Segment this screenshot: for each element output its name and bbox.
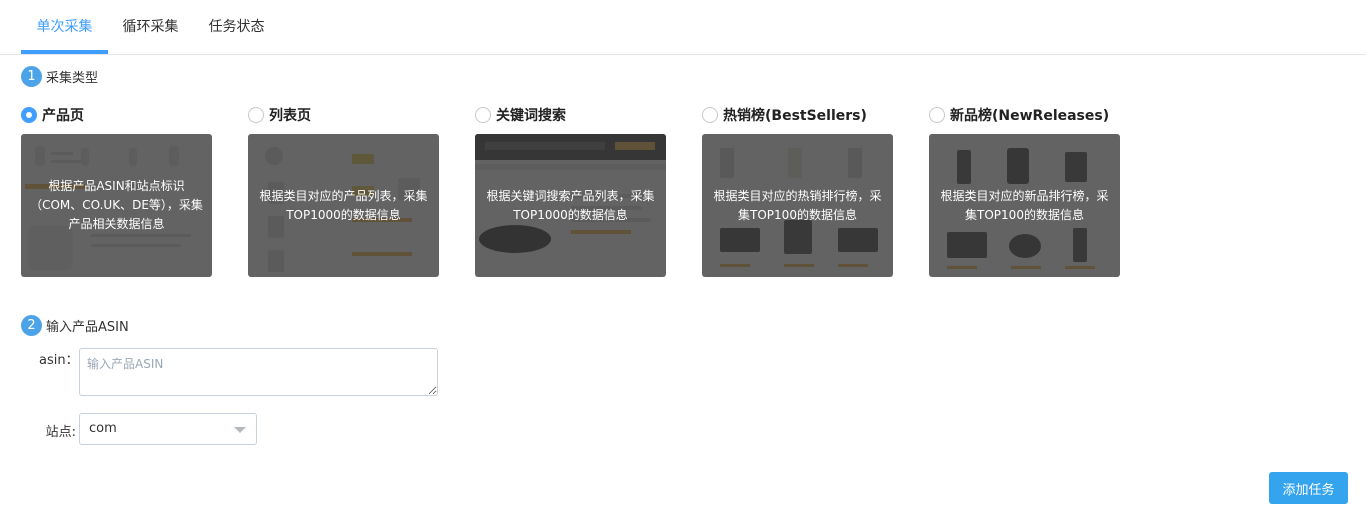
radio-unchecked-icon[interactable] [475, 107, 491, 123]
radio-keyword[interactable]: 关键词搜索 [475, 106, 675, 124]
site-label: 站点: [45, 425, 76, 440]
step-1-title: 采集类型 [46, 71, 99, 86]
tab-task-status[interactable]: 任务状态 [203, 0, 270, 54]
radio-label-keyword: 关键词搜索 [496, 108, 566, 124]
card-list[interactable]: 根据类目对应的产品列表，采集TOP1000的数据信息 [248, 134, 439, 277]
site-value: com [89, 421, 117, 436]
step-2-title: 输入产品ASIN [46, 320, 129, 335]
radio-bestsellers[interactable]: 热销榜(BestSellers) [702, 106, 902, 124]
step-1-header: 1 采集类型 [21, 66, 98, 87]
collect-type-bestsellers: 热销榜(BestSellers) 根据类目对应的热销排行榜，采集TOP100的数… [702, 106, 902, 277]
card-product[interactable]: 根据产品ASIN和站点标识（COM、CO.UK、DE等），采集产品相关数据信息 [21, 134, 212, 277]
radio-unchecked-icon[interactable] [929, 107, 945, 123]
tab-loop-collect[interactable]: 循环采集 [117, 0, 184, 54]
radio-newreleases[interactable]: 新品榜(NewReleases) [929, 106, 1129, 124]
radio-unchecked-icon[interactable] [248, 107, 264, 123]
radio-checked-icon[interactable] [21, 107, 37, 123]
card-desc-product: 根据产品ASIN和站点标识（COM、CO.UK、DE等），采集产品相关数据信息 [30, 179, 203, 231]
card-desc-bestsellers: 根据类目对应的热销排行榜，采集TOP100的数据信息 [713, 188, 882, 222]
add-task-button[interactable]: 添加任务 [1269, 472, 1348, 504]
radio-label-bestsellers: 热销榜(BestSellers) [723, 108, 867, 124]
card-keyword[interactable]: 根据关键词搜索产品列表，采集TOP1000的数据信息 [475, 134, 666, 277]
collect-type-list: 列表页 根据类目对应的产品列表，采集TOP1000的数据信息 [248, 106, 448, 277]
collect-type-product: 产品页 根据产品ASIN和站点标识（COM、CO.UK、DE等），采集产品相关数… [21, 106, 221, 277]
radio-label-list: 列表页 [269, 108, 311, 124]
asin-label: asin： [39, 353, 79, 368]
card-bestsellers[interactable]: 根据类目对应的热销排行榜，采集TOP100的数据信息 [702, 134, 893, 277]
step-2-badge: 2 [21, 315, 42, 336]
card-newreleases[interactable]: 根据类目对应的新品排行榜，采集TOP100的数据信息 [929, 134, 1120, 277]
radio-label-newreleases: 新品榜(NewReleases) [950, 108, 1110, 124]
step-1-badge: 1 [21, 66, 42, 87]
radio-product[interactable]: 产品页 [21, 106, 221, 124]
card-desc-keyword: 根据关键词搜索产品列表，采集TOP1000的数据信息 [486, 188, 655, 222]
step-2-header: 2 输入产品ASIN [21, 315, 129, 336]
collect-type-keyword: 关键词搜索 根据关键词搜索产品列表，采集TOP1000的数据信息 [475, 106, 675, 277]
active-tab-indicator [21, 50, 108, 54]
collect-type-newreleases: 新品榜(NewReleases) 根据类目对应的新品排行榜，采集TOP100的数… [929, 106, 1129, 277]
site-select[interactable]: com [79, 413, 257, 445]
tab-bar: 单次采集 循环采集 任务状态 [0, 0, 1366, 55]
card-desc-newreleases: 根据类目对应的新品排行榜，采集TOP100的数据信息 [940, 188, 1109, 222]
radio-list[interactable]: 列表页 [248, 106, 448, 124]
tab-single-collect[interactable]: 单次采集 [21, 0, 108, 54]
asin-input[interactable] [79, 348, 438, 396]
caret-down-icon [234, 427, 246, 433]
radio-label-product: 产品页 [42, 108, 84, 124]
radio-unchecked-icon[interactable] [702, 107, 718, 123]
card-desc-list: 根据类目对应的产品列表，采集TOP1000的数据信息 [259, 188, 428, 222]
